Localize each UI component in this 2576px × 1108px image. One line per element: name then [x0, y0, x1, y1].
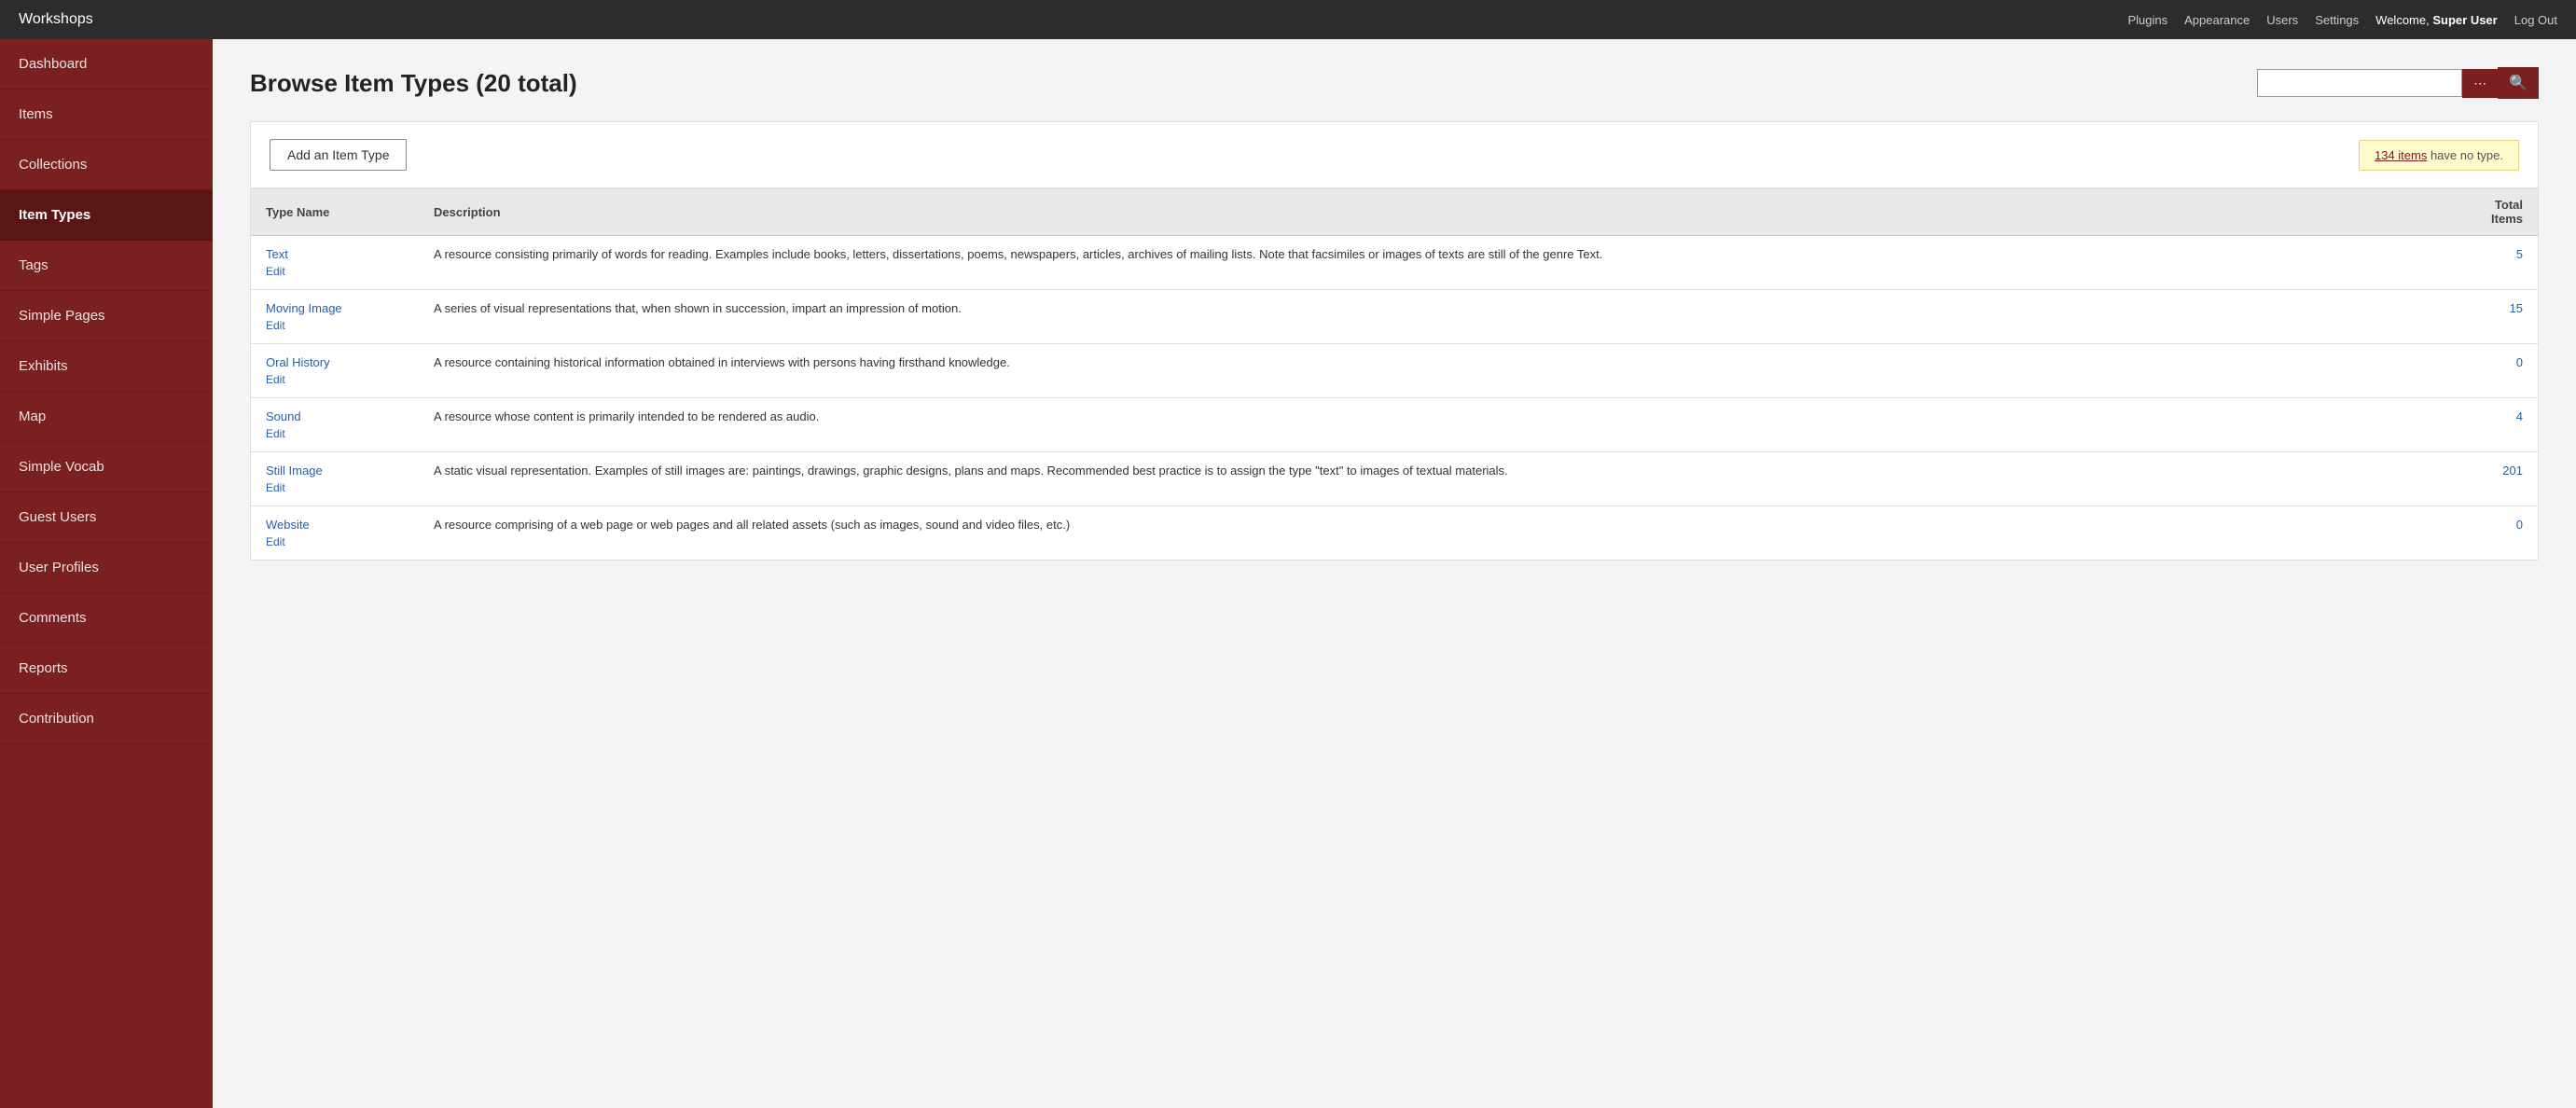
settings-link[interactable]: Settings	[2315, 13, 2359, 27]
users-link[interactable]: Users	[2266, 13, 2298, 27]
count-link[interactable]: 0	[2516, 518, 2523, 532]
edit-link[interactable]: Edit	[266, 319, 404, 332]
welcome-text: Welcome, Super User	[2375, 13, 2498, 27]
sidebar-item-map[interactable]: Map	[0, 392, 213, 442]
count-link[interactable]: 201	[2502, 464, 2523, 478]
cell-type-name: Website Edit	[251, 506, 419, 561]
cell-total: 0	[2463, 344, 2538, 398]
sidebar-item-items[interactable]: Items	[0, 90, 213, 140]
table-row: Still Image Edit A static visual represe…	[251, 452, 2538, 506]
sidebar-item-tags[interactable]: Tags	[0, 241, 213, 291]
cell-type-name: Sound Edit	[251, 398, 419, 452]
edit-link[interactable]: Edit	[266, 265, 404, 278]
type-name-link[interactable]: Sound	[266, 409, 404, 423]
sidebar: Dashboard Items Collections Item Types T…	[0, 39, 213, 1108]
no-type-suffix: have no type.	[2427, 148, 2503, 162]
cell-description: A resource comprising of a web page or w…	[419, 506, 2463, 561]
edit-link[interactable]: Edit	[266, 481, 404, 494]
table-row: Sound Edit A resource whose content is p…	[251, 398, 2538, 452]
sidebar-item-user-profiles[interactable]: User Profiles	[0, 543, 213, 593]
table-row: Moving Image Edit A series of visual rep…	[251, 290, 2538, 344]
appearance-link[interactable]: Appearance	[2184, 13, 2250, 27]
main-content: Browse Item Types (20 total) ⋯ 🔍 Add an …	[213, 39, 2576, 1108]
col-header-type-name: Type Name	[251, 188, 419, 236]
sidebar-item-guest-users[interactable]: Guest Users	[0, 492, 213, 543]
cell-type-name: Oral History Edit	[251, 344, 419, 398]
site-title: Workshops	[19, 11, 93, 28]
no-type-link[interactable]: 134 items	[2375, 148, 2427, 162]
type-name-link[interactable]: Oral History	[266, 355, 404, 369]
sidebar-item-simple-vocab[interactable]: Simple Vocab	[0, 442, 213, 492]
type-name-link[interactable]: Website	[266, 518, 404, 532]
top-nav: Workshops Plugins Appearance Users Setti…	[0, 0, 2576, 39]
search-bar: ⋯ 🔍	[2257, 67, 2539, 99]
sidebar-item-contribution[interactable]: Contribution	[0, 694, 213, 744]
type-name-link[interactable]: Text	[266, 247, 404, 261]
sidebar-item-simple-pages[interactable]: Simple Pages	[0, 291, 213, 341]
add-item-type-button[interactable]: Add an Item Type	[270, 139, 407, 171]
search-input[interactable]	[2257, 69, 2462, 97]
page-title: Browse Item Types (20 total)	[250, 69, 577, 98]
cell-description: A resource whose content is primarily in…	[419, 398, 2463, 452]
table-header: Type Name Description TotalItems	[251, 188, 2538, 236]
sidebar-item-item-types[interactable]: Item Types	[0, 190, 213, 241]
cell-description: A static visual representation. Examples…	[419, 452, 2463, 506]
edit-link[interactable]: Edit	[266, 427, 404, 440]
edit-link[interactable]: Edit	[266, 535, 404, 548]
cell-total: 5	[2463, 236, 2538, 290]
cell-type-name: Still Image Edit	[251, 452, 419, 506]
table-row: Website Edit A resource comprising of a …	[251, 506, 2538, 561]
sidebar-item-exhibits[interactable]: Exhibits	[0, 341, 213, 392]
no-type-notice: 134 items have no type.	[2359, 140, 2519, 171]
cell-description: A resource containing historical informa…	[419, 344, 2463, 398]
col-header-description: Description	[419, 188, 2463, 236]
layout: Dashboard Items Collections Item Types T…	[0, 39, 2576, 1108]
cell-total: 0	[2463, 506, 2538, 561]
cell-total: 201	[2463, 452, 2538, 506]
cell-type-name: Text Edit	[251, 236, 419, 290]
edit-link[interactable]: Edit	[266, 373, 404, 386]
cell-total: 4	[2463, 398, 2538, 452]
sidebar-item-dashboard[interactable]: Dashboard	[0, 39, 213, 90]
col-header-total: TotalItems	[2463, 188, 2538, 236]
table-body: Text Edit A resource consisting primaril…	[251, 236, 2538, 561]
action-bar: Add an Item Type 134 items have no type.	[251, 122, 2538, 188]
main-header: Browse Item Types (20 total) ⋯ 🔍	[250, 67, 2539, 99]
table-row: Oral History Edit A resource containing …	[251, 344, 2538, 398]
type-name-link[interactable]: Still Image	[266, 464, 404, 478]
search-options-button[interactable]: ⋯	[2462, 69, 2498, 98]
cell-description: A series of visual representations that,…	[419, 290, 2463, 344]
count-link[interactable]: 5	[2516, 247, 2523, 261]
nav-links: Plugins Appearance Users Settings Welcom…	[2127, 13, 2557, 27]
cell-total: 15	[2463, 290, 2538, 344]
plugins-link[interactable]: Plugins	[2127, 13, 2167, 27]
items-table: Type Name Description TotalItems Text Ed…	[251, 188, 2538, 560]
sidebar-item-comments[interactable]: Comments	[0, 593, 213, 644]
table-row: Text Edit A resource consisting primaril…	[251, 236, 2538, 290]
sidebar-item-collections[interactable]: Collections	[0, 140, 213, 190]
logout-link[interactable]: Log Out	[2514, 13, 2557, 27]
sidebar-item-reports[interactable]: Reports	[0, 644, 213, 694]
type-name-link[interactable]: Moving Image	[266, 301, 404, 315]
content-panel: Add an Item Type 134 items have no type.…	[250, 121, 2539, 561]
count-link[interactable]: 15	[2510, 301, 2523, 315]
cell-description: A resource consisting primarily of words…	[419, 236, 2463, 290]
count-link[interactable]: 0	[2516, 355, 2523, 369]
search-button[interactable]: 🔍	[2498, 67, 2539, 99]
cell-type-name: Moving Image Edit	[251, 290, 419, 344]
count-link[interactable]: 4	[2516, 409, 2523, 423]
